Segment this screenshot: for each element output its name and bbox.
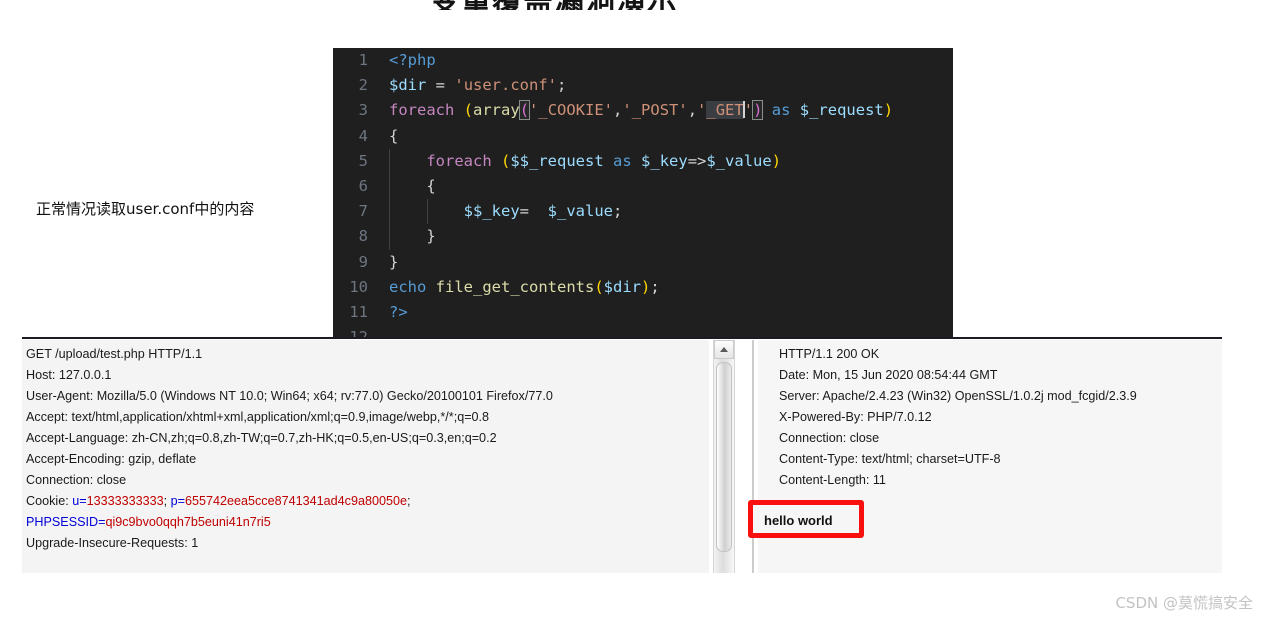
code-line-content[interactable]: $dir = 'user.conf';: [379, 73, 566, 98]
scrollbar-thumb[interactable]: [716, 362, 732, 552]
cookie-sep-1: ;: [163, 494, 171, 508]
code-line[interactable]: 1 <?php: [333, 48, 953, 73]
panel-divider-line: [22, 337, 1222, 339]
code-line[interactable]: 6 {: [333, 173, 953, 200]
code-line[interactable]: 5 foreach ($$_request as $_key=>$_value): [333, 148, 953, 174]
annotation-note: 正常情况读取user.conf中的内容: [36, 200, 255, 218]
line-number: 5: [358, 151, 368, 170]
code-line-content[interactable]: {: [379, 124, 398, 149]
request-header-cookie: Cookie: u=13333333333; p=655742eea5cce87…: [26, 491, 703, 512]
line-number: 2: [358, 76, 368, 95]
request-header-connection: Connection: close: [26, 473, 127, 487]
request-line: GET /upload/test.php HTTP/1.1: [26, 347, 203, 361]
cookie-key-u: u=: [72, 494, 87, 508]
cookie-value-p: 655742eea5cce8741341ad4c9a80050e: [184, 494, 407, 508]
request-header-upgrade-insecure-requests: Upgrade-Insecure-Requests: 1: [26, 536, 199, 550]
scroll-up-button[interactable]: [714, 340, 734, 359]
code-line[interactable]: 2 $dir = 'user.conf';: [333, 73, 953, 98]
code-line-content[interactable]: <?php: [379, 48, 436, 73]
code-line-content[interactable]: foreach ($$_request as $_key=>$_value): [379, 148, 781, 174]
page-title: 变量覆盖漏洞演示: [430, 0, 678, 10]
line-number: 11: [349, 302, 368, 321]
code-line[interactable]: 9 }: [333, 250, 953, 275]
response-pane-left-border: [752, 340, 754, 573]
request-header-phpsessid: PHPSESSID=qi9c9bvo0qqh7b5euni41n7ri5: [26, 512, 703, 533]
line-number: 7: [358, 202, 368, 221]
request-header-accept: Accept: text/html,application/xhtml+xml,…: [26, 410, 490, 424]
code-line[interactable]: 4 {: [333, 124, 953, 149]
line-number: 4: [358, 126, 368, 145]
response-header-server: Server: Apache/2.4.23 (Win32) OpenSSL/1.…: [779, 389, 1137, 403]
code-line[interactable]: 12: [333, 325, 953, 337]
request-pane-scrollbar[interactable]: [713, 340, 735, 573]
phpsessid-value: qi9c9bvo0qqh7b5euni41n7ri5: [105, 515, 271, 529]
response-header-content-type: Content-Type: text/html; charset=UTF-8: [779, 452, 1001, 466]
triangle-up-icon: [720, 347, 728, 352]
line-number: 1: [358, 51, 368, 69]
http-inspector: GET /upload/test.php HTTP/1.1 Host: 127.…: [22, 337, 1222, 577]
editor-selection[interactable]: _GET: [706, 101, 744, 120]
code-line-content[interactable]: foreach (array('_COOKIE','_POST','_GET')…: [379, 98, 893, 123]
code-line[interactable]: 11 ?>: [333, 300, 953, 325]
code-line-content[interactable]: }: [379, 224, 436, 250]
code-line-content[interactable]: [379, 325, 389, 337]
request-header-host: Host: 127.0.0.1: [26, 368, 112, 382]
code-line-content[interactable]: }: [379, 250, 398, 275]
line-number: 3: [358, 101, 368, 120]
response-body-text: hello world: [764, 513, 833, 528]
code-line[interactable]: 3 foreach (array('_COOKIE','_POST','_GET…: [333, 98, 953, 123]
line-number: 6: [358, 176, 368, 195]
cookie-key-p: p=: [170, 494, 185, 508]
code-line[interactable]: 7 $$_key= $_value;: [333, 199, 953, 225]
response-header-x-powered-by: X-Powered-By: PHP/7.0.12: [779, 410, 932, 424]
http-response-pane[interactable]: HTTP/1.1 200 OK Date: Mon, 15 Jun 2020 0…: [758, 340, 1222, 573]
line-number: 10: [349, 277, 368, 296]
request-header-accept-language: Accept-Language: zh-CN,zh;q=0.8,zh-TW;q=…: [26, 431, 497, 445]
page-title-strip: 变量覆盖漏洞演示: [0, 0, 1267, 10]
cookie-sep-2: ;: [406, 494, 411, 508]
code-line-content[interactable]: {: [379, 173, 436, 200]
code-editor[interactable]: 1 <?php 2 $dir = 'user.conf'; 3 foreach …: [333, 48, 953, 337]
code-line-content[interactable]: echo file_get_contents($dir);: [379, 275, 660, 300]
request-header-user-agent: User-Agent: Mozilla/5.0 (Windows NT 10.0…: [26, 389, 553, 403]
response-body-highlight-box: hello world: [748, 500, 864, 538]
code-line[interactable]: 10 echo file_get_contents($dir);: [333, 275, 953, 300]
cookie-value-u: 13333333333: [86, 494, 164, 508]
request-header-accept-encoding: Accept-Encoding: gzip, deflate: [26, 452, 197, 466]
response-status-line: HTTP/1.1 200 OK: [779, 347, 880, 361]
code-line[interactable]: 8 }: [333, 224, 953, 250]
code-line-content[interactable]: ?>: [379, 300, 408, 325]
csdn-watermark: CSDN @莫慌搞安全: [1115, 594, 1253, 612]
http-request-pane[interactable]: GET /upload/test.php HTTP/1.1 Host: 127.…: [22, 340, 709, 573]
code-line-content[interactable]: $$_key= $_value;: [379, 199, 622, 225]
response-header-date: Date: Mon, 15 Jun 2020 08:54:44 GMT: [779, 368, 998, 382]
response-header-content-length: Content-Length: 11: [779, 473, 886, 487]
line-number: 12: [333, 325, 379, 337]
response-header-connection: Connection: close: [779, 431, 880, 445]
line-number: 8: [358, 227, 368, 246]
cookie-label: Cookie:: [26, 494, 73, 508]
phpsessid-key: PHPSESSID=: [26, 515, 106, 529]
line-number: 9: [358, 252, 368, 271]
